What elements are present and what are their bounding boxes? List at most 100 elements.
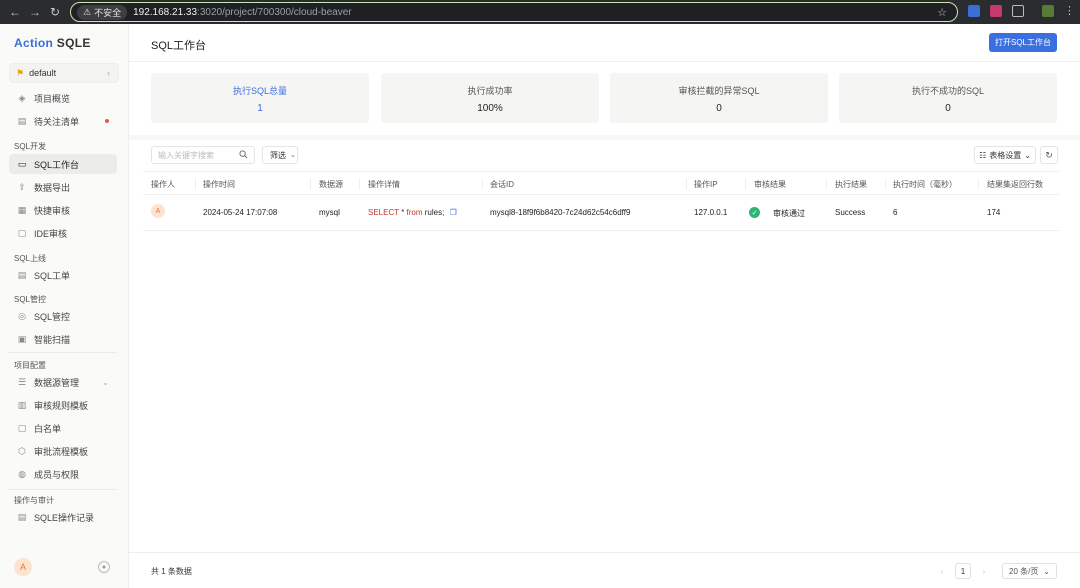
column-header: 执行结果 [835, 180, 867, 189]
filter-button[interactable]: 筛选 ⌄ [262, 146, 298, 164]
stat-card-success-rate: 执行成功率 100% [381, 73, 599, 123]
copy-icon[interactable]: ❐ [450, 208, 457, 217]
cell-rows-returned: 174 [987, 208, 1001, 217]
header-divider [129, 61, 1080, 62]
column-header: 会话ID [490, 180, 514, 189]
notification-dot [105, 119, 109, 123]
sidebar-divider [9, 489, 117, 490]
column-header: 结果集返回行数 [987, 180, 1043, 189]
ide-icon: ▢ [17, 227, 27, 238]
refresh-button[interactable]: ↻ [1040, 146, 1058, 164]
browser-toolbar: ← → ↻ ⚠ 不安全 192.168.21.33:3020/project/7… [0, 0, 1080, 24]
sidebar-item-workflow-template[interactable]: ⬡ 审批流程模板 [9, 441, 117, 461]
sidebar-item-sql-workbench[interactable]: ▭ SQL工作台 [9, 154, 117, 174]
cell-audit-result: 审核通过 [773, 209, 805, 218]
export-icon: ⇪ [18, 181, 26, 192]
stat-card-total-sql: 执行SQL总量 1 [151, 73, 369, 123]
chevron-down-icon: ⌄ [1024, 150, 1031, 160]
cell-session-id: mysql8-18f9f6b8420-7c24d62c54c6dff9 [490, 208, 631, 217]
column-header: 执行时间（毫秒） [893, 180, 957, 189]
refresh-icon: ↻ [1045, 149, 1053, 160]
back-icon[interactable]: ← [8, 5, 22, 19]
dashboard-icon: ◈ [18, 92, 26, 103]
prev-page-icon[interactable]: ‹ [937, 563, 947, 579]
column-header: 操作时间 [203, 180, 235, 189]
translate-extension-icon[interactable] [968, 5, 980, 17]
forward-icon[interactable]: → [28, 5, 42, 19]
chevron-down-icon: ⌄ [1043, 566, 1050, 576]
chevron-down-icon: ⌄ [102, 377, 109, 387]
whitelist-icon: ▢ [17, 422, 27, 433]
cell-exec-result: Success [835, 208, 866, 217]
cell-time: 2024-05-24 17:07:08 [203, 208, 278, 217]
page-number-button[interactable]: 1 [955, 563, 971, 579]
address-bar[interactable]: ⚠ 不安全 192.168.21.33:3020/project/700300/… [70, 2, 958, 22]
column-header: 操作IP [694, 180, 718, 189]
next-page-icon[interactable]: › [979, 563, 989, 579]
sidebar-item-datasource[interactable]: ☰ 数据源管理 ⌄ [9, 372, 117, 392]
list-icon: ▤ [17, 115, 27, 126]
column-header: 数据源 [319, 180, 343, 189]
section-separator [129, 135, 1080, 140]
total-count: 共 1 条数据 [151, 567, 192, 576]
open-sql-workbench-button[interactable]: 打开SQL工作台 [989, 33, 1057, 52]
rules-icon: ▥ [17, 399, 27, 410]
column-header: 操作人 [151, 180, 175, 189]
cell-ip: 127.0.0.1 [694, 208, 728, 217]
search-input[interactable]: 输入关键字搜索 [151, 146, 255, 164]
bookmark-star-icon[interactable]: ☆ [937, 6, 947, 19]
url-host: 192.168.21.33 [133, 6, 198, 18]
extension-icon[interactable] [990, 5, 1002, 17]
profile-icon[interactable] [1042, 5, 1054, 17]
group-title-sql-dev: SQL开发 [14, 142, 47, 151]
sidebar: Action SQLE ⚑ default › ◈ 项目概览 ▤ 待关注清单 S… [0, 24, 129, 588]
user-avatar[interactable]: A [14, 558, 32, 576]
monitor-icon: ▭ [17, 158, 27, 169]
workflow-icon: ⬡ [18, 445, 26, 456]
browser-menu-icon[interactable]: ⋮ [1064, 4, 1075, 17]
sidebar-item-smart-scan[interactable]: ▣ 智能扫描 [9, 329, 117, 349]
cell-datasource: mysql [319, 208, 340, 217]
group-title-sql-release: SQL上线 [14, 254, 47, 263]
sidebar-item-whitelist[interactable]: ▢ 白名单 [9, 418, 117, 438]
sidebar-item-sql-ticket[interactable]: ▤ SQL工单 [9, 265, 117, 285]
column-header: 审核结果 [754, 180, 786, 189]
cell-sql[interactable]: SELECT * from rules; ❐ [368, 208, 457, 217]
url-path: :3020/project/700300/cloud-beaver [197, 6, 352, 18]
group-title-audit: 操作与审计 [14, 496, 54, 505]
settings-list-icon: ☷ [979, 150, 987, 160]
database-icon: ☰ [17, 376, 27, 387]
sidebar-item-quick-audit[interactable]: ▦ 快捷审核 [9, 200, 117, 220]
table-settings-button[interactable]: ☷ 表格设置 ⌄ [974, 146, 1036, 164]
page-size-select[interactable]: 20 条/页 ⌄ [1002, 563, 1057, 579]
table-row[interactable]: A 2024-05-24 17:07:08 mysql SELECT * fro… [143, 195, 1059, 231]
column-header: 操作详情 [368, 180, 400, 189]
check-circle-icon: ✓ [749, 207, 760, 218]
operator-avatar: A [151, 204, 165, 218]
extensions-puzzle-icon[interactable] [1012, 5, 1024, 17]
page-title: SQL工作台 [151, 40, 207, 52]
sidebar-item-members[interactable]: ◍ 成员与权限 [9, 464, 117, 484]
footer-divider [129, 552, 1080, 553]
sidebar-item-watchlist[interactable]: ▤ 待关注清单 [9, 111, 117, 131]
warning-icon: ⚠ [83, 6, 92, 17]
project-selector[interactable]: ⚑ default › [9, 63, 119, 83]
sidebar-item-rule-template[interactable]: ▥ 审核规则模板 [9, 395, 117, 415]
sidebar-item-sql-control[interactable]: ◎ SQL管控 [9, 306, 117, 326]
members-icon: ◍ [18, 468, 26, 479]
cell-exec-time: 6 [893, 208, 898, 217]
sidebar-item-ide-audit[interactable]: ▢ IDE审核 [9, 223, 117, 243]
sidebar-item-overview[interactable]: ◈ 项目概览 [9, 88, 117, 108]
main-content: SQL工作台 打开SQL工作台 执行SQL总量 1 执行成功率 100% 审核拦… [129, 24, 1080, 588]
ticket-icon: ▤ [17, 269, 27, 280]
chevron-down-icon: ⌄ [290, 152, 296, 159]
insecure-badge[interactable]: ⚠ 不安全 [77, 4, 128, 20]
search-icon[interactable] [239, 150, 248, 159]
reload-icon[interactable]: ↻ [48, 5, 62, 19]
group-title-sql-control: SQL管控 [14, 295, 47, 304]
control-icon: ◎ [18, 310, 26, 321]
sidebar-item-operation-log[interactable]: ▤ SQLE操作记录 [9, 507, 117, 527]
sidebar-item-data-export[interactable]: ⇪ 数据导出 [9, 177, 117, 197]
settings-gear-icon[interactable]: ● [98, 561, 110, 573]
quick-audit-icon: ▦ [17, 204, 27, 215]
